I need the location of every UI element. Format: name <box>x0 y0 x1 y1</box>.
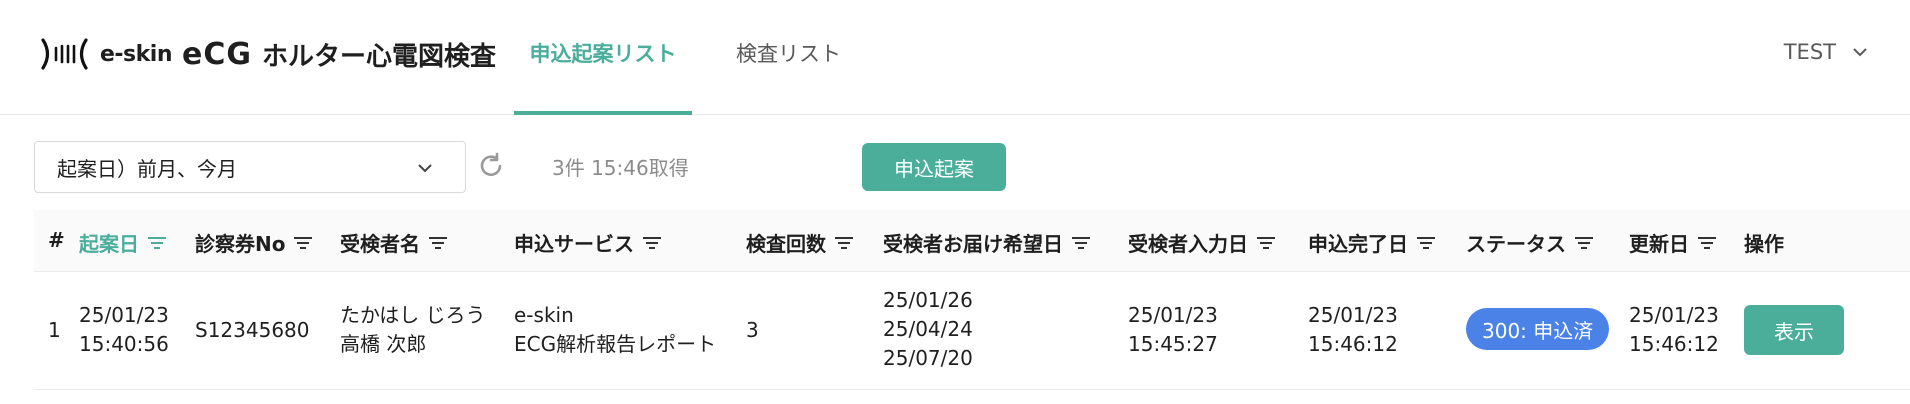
column-header-test-count[interactable]: 検査回数 <box>746 228 854 257</box>
reload-icon[interactable] <box>476 151 506 181</box>
column-header-draft-date[interactable]: 起案日 <box>79 228 167 257</box>
chevron-down-icon <box>418 164 432 173</box>
filter-icon[interactable] <box>642 235 662 251</box>
new-application-button[interactable]: 申込起案 <box>862 143 1006 191</box>
filter-icon[interactable] <box>1697 235 1717 251</box>
filter-icon[interactable] <box>293 235 313 251</box>
active-tab-underline <box>514 111 692 115</box>
patient-no-cell: S12345680 <box>195 318 310 342</box>
column-header-patient-no[interactable]: 診察券No <box>195 228 313 257</box>
status-badge: 300: 申込済 <box>1466 308 1610 350</box>
column-header-index: # <box>48 228 65 252</box>
filter-icon[interactable] <box>428 235 448 251</box>
date-filter-select[interactable]: 起案日）前月、今月 <box>34 141 466 193</box>
date-filter-value: 起案日）前月、今月 <box>57 156 237 181</box>
column-header-action: 操作 <box>1744 232 1784 256</box>
filter-icon[interactable] <box>147 235 167 251</box>
column-header-patient-name[interactable]: 受検者名 <box>340 228 448 257</box>
column-header-complete-date[interactable]: 申込完了日 <box>1308 228 1436 257</box>
tab-application-list[interactable]: 申込起案リスト <box>514 38 692 115</box>
fetch-status-text: 3件 15:46取得 <box>552 156 689 180</box>
test-count-cell: 3 <box>746 318 759 342</box>
filter-icon[interactable] <box>1256 235 1276 251</box>
updated-date-cell: 25/01/23 15:46:12 <box>1629 303 1719 356</box>
app-title: ホルター心電図検査 <box>261 41 496 72</box>
tab-application-list-label: 申込起案リスト <box>529 42 677 66</box>
filter-icon[interactable] <box>1071 235 1091 251</box>
logo-eskin-text: e-skin <box>100 41 172 67</box>
filter-icon[interactable] <box>1574 235 1594 251</box>
delivery-dates-cell: 25/01/26 25/04/24 25/07/20 <box>883 288 973 370</box>
column-header-updated[interactable]: 更新日 <box>1629 228 1717 257</box>
filter-icon[interactable] <box>834 235 854 251</box>
app-header: e-skin eCG ホルター心電図検査 申込起案リスト 検査リスト TEST <box>0 0 1910 115</box>
column-header-service[interactable]: 申込サービス <box>514 228 662 257</box>
row-index: 1 <box>48 318 61 342</box>
filter-icon[interactable] <box>1416 235 1436 251</box>
patient-name-cell: たかはし じろう 高橋 次郎 <box>340 303 486 356</box>
draft-date-cell: 25/01/23 15:40:56 <box>79 303 169 356</box>
service-cell: e-skin ECG解析報告レポート <box>514 303 717 356</box>
complete-date-cell: 25/01/23 15:46:12 <box>1308 303 1398 356</box>
user-name: TEST <box>1783 40 1836 64</box>
input-date-cell: 25/01/23 15:45:27 <box>1128 303 1218 356</box>
view-button[interactable]: 表示 <box>1744 305 1844 355</box>
column-header-delivery-date[interactable]: 受検者お届け希望日 <box>883 228 1091 257</box>
column-header-status[interactable]: ステータス <box>1466 228 1594 257</box>
logo-ecg-text: eCG <box>181 36 252 72</box>
column-header-input-date[interactable]: 受検者入力日 <box>1128 228 1276 257</box>
app-logo[interactable]: e-skin eCG ホルター心電図検査 <box>40 34 496 74</box>
tab-exam-list[interactable]: 検査リスト <box>736 38 841 115</box>
user-menu[interactable]: TEST <box>1784 40 1870 64</box>
table-header: # 起案日 診察券No 受検者名 申込サービス 検査回数 受検者お届け希望日 受… <box>34 210 1910 272</box>
chevron-down-icon <box>1853 48 1867 57</box>
tab-exam-list-label: 検査リスト <box>736 42 841 66</box>
table-row: 1 25/01/23 15:40:56 S12345680 たかはし じろう 高… <box>34 272 1910 390</box>
eskin-wave-logo-icon <box>41 38 88 70</box>
